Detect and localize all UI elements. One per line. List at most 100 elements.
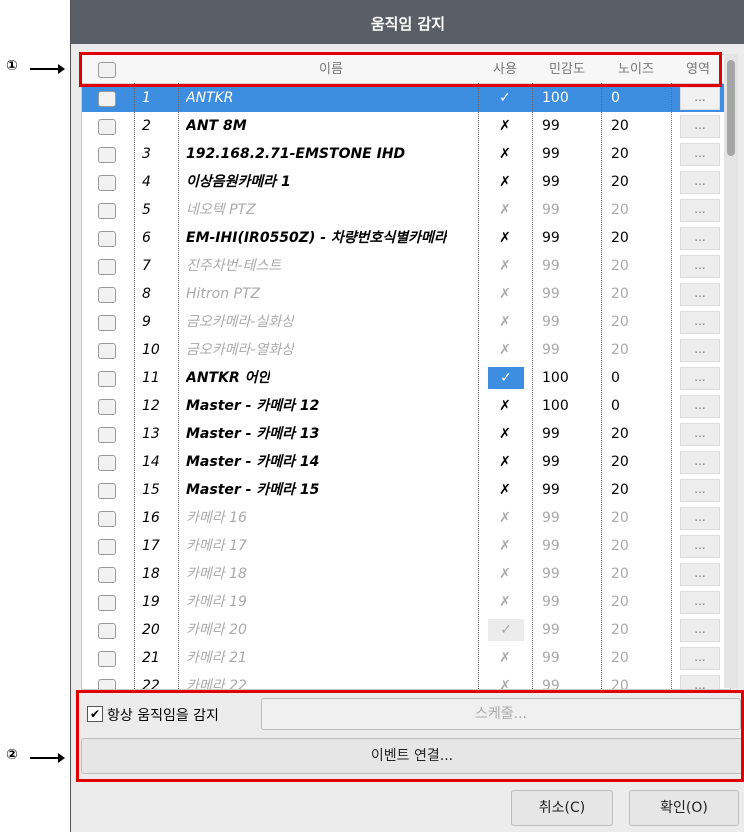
table-row[interactable]: 15 Master - 카메라 15 ✗ 99 20... xyxy=(82,476,730,504)
use-toggle[interactable]: ✗ xyxy=(480,168,530,196)
table-row[interactable]: 1 ANTKR ✓ 100 0... xyxy=(82,84,730,112)
noise-value[interactable]: 20 xyxy=(611,588,629,616)
sensitivity-value[interactable]: 99 xyxy=(542,420,560,448)
noise-value[interactable]: 0 xyxy=(611,84,620,112)
table-row[interactable]: 18 카메라 18 ✗ 99 20... xyxy=(82,560,730,588)
area-edit-button[interactable]: ... xyxy=(680,227,720,250)
noise-value[interactable]: 20 xyxy=(611,672,629,689)
use-toggle[interactable]: ✗ xyxy=(480,560,530,588)
area-edit-button[interactable]: ... xyxy=(680,395,720,418)
area-edit-button[interactable]: ... xyxy=(680,255,720,278)
table-row[interactable]: 2 ANT 8M ✗ 99 20... xyxy=(82,112,730,140)
area-edit-button[interactable]: ... xyxy=(680,367,720,390)
noise-value[interactable]: 20 xyxy=(611,616,629,644)
noise-value[interactable]: 20 xyxy=(611,448,629,476)
row-checkbox[interactable] xyxy=(98,539,116,555)
row-checkbox[interactable] xyxy=(98,231,116,247)
sensitivity-value[interactable]: 99 xyxy=(542,168,560,196)
area-edit-button[interactable]: ... xyxy=(680,311,720,334)
use-toggle[interactable]: ✗ xyxy=(480,308,530,336)
row-checkbox[interactable] xyxy=(98,651,116,667)
noise-value[interactable]: 20 xyxy=(611,560,629,588)
table-row[interactable]: 3 192.168.2.71-EMSTONE IHD ✗ 99 20... xyxy=(82,140,730,168)
use-toggle[interactable]: ✗ xyxy=(480,504,530,532)
noise-value[interactable]: 20 xyxy=(611,112,629,140)
area-edit-button[interactable]: ... xyxy=(680,339,720,362)
sensitivity-value[interactable]: 99 xyxy=(542,644,560,672)
row-checkbox[interactable] xyxy=(98,371,116,387)
noise-value[interactable]: 20 xyxy=(611,336,629,364)
use-toggle[interactable]: ✗ xyxy=(480,476,530,504)
sensitivity-value[interactable]: 99 xyxy=(542,588,560,616)
row-checkbox[interactable] xyxy=(98,259,116,275)
use-toggle[interactable]: ✗ xyxy=(480,196,530,224)
use-toggle[interactable]: ✗ xyxy=(480,140,530,168)
noise-value[interactable]: 20 xyxy=(611,532,629,560)
ok-button[interactable]: 확인(O) xyxy=(629,790,739,826)
sensitivity-value[interactable]: 99 xyxy=(542,448,560,476)
sensitivity-value[interactable]: 99 xyxy=(542,224,560,252)
use-toggle[interactable]: ✗ xyxy=(480,448,530,476)
area-edit-button[interactable]: ... xyxy=(680,423,720,446)
area-edit-button[interactable]: ... xyxy=(680,619,720,642)
row-checkbox[interactable] xyxy=(98,623,116,639)
use-toggle[interactable]: ✓ xyxy=(488,367,524,389)
row-checkbox[interactable] xyxy=(98,343,116,359)
noise-value[interactable]: 20 xyxy=(611,420,629,448)
noise-value[interactable]: 20 xyxy=(611,252,629,280)
noise-value[interactable]: 20 xyxy=(611,196,629,224)
row-checkbox[interactable] xyxy=(98,399,116,415)
table-row[interactable]: 8 Hitron PTZ ✗ 99 20... xyxy=(82,280,730,308)
use-toggle[interactable]: ✗ xyxy=(480,280,530,308)
table-row[interactable]: 5 네오텍 PTZ ✗ 99 20... xyxy=(82,196,730,224)
row-checkbox[interactable] xyxy=(98,567,116,583)
sensitivity-value[interactable]: 99 xyxy=(542,532,560,560)
table-row[interactable]: 11 ANTKR 어안 ✓ 100 0... xyxy=(82,364,730,392)
area-edit-button[interactable]: ... xyxy=(680,451,720,474)
sensitivity-value[interactable]: 99 xyxy=(542,336,560,364)
noise-value[interactable]: 20 xyxy=(611,224,629,252)
table-row[interactable]: 6 EM-IHI(IR0550Z) - 차량번호식별카메라 ✗ 99 20... xyxy=(82,224,730,252)
table-row[interactable]: 20 카메라 20 ✓ 99 20... xyxy=(82,616,730,644)
table-row[interactable]: 17 카메라 17 ✗ 99 20... xyxy=(82,532,730,560)
area-edit-button[interactable]: ... xyxy=(680,143,720,166)
use-toggle[interactable]: ✗ xyxy=(480,672,530,689)
sensitivity-value[interactable]: 99 xyxy=(542,308,560,336)
noise-value[interactable]: 20 xyxy=(611,280,629,308)
use-toggle[interactable]: ✗ xyxy=(480,252,530,280)
sensitivity-value[interactable]: 99 xyxy=(542,196,560,224)
sensitivity-value[interactable]: 100 xyxy=(542,84,569,112)
sensitivity-value[interactable]: 99 xyxy=(542,252,560,280)
table-row[interactable]: 9 금오카메라-실화상 ✗ 99 20... xyxy=(82,308,730,336)
area-edit-button[interactable]: ... xyxy=(680,675,720,689)
area-edit-button[interactable]: ... xyxy=(680,115,720,138)
row-checkbox[interactable] xyxy=(98,147,116,163)
sensitivity-value[interactable]: 100 xyxy=(542,364,569,392)
sensitivity-value[interactable]: 99 xyxy=(542,672,560,689)
sensitivity-value[interactable]: 99 xyxy=(542,560,560,588)
noise-value[interactable]: 20 xyxy=(611,140,629,168)
row-checkbox[interactable] xyxy=(98,119,116,135)
use-toggle[interactable]: ✗ xyxy=(480,224,530,252)
sensitivity-value[interactable]: 99 xyxy=(542,112,560,140)
area-edit-button[interactable]: ... xyxy=(680,535,720,558)
table-row[interactable]: 10 금오카메라-열화상 ✗ 99 20... xyxy=(82,336,730,364)
noise-value[interactable]: 0 xyxy=(611,364,620,392)
area-edit-button[interactable]: ... xyxy=(680,171,720,194)
noise-value[interactable]: 20 xyxy=(611,308,629,336)
use-toggle[interactable]: ✗ xyxy=(480,336,530,364)
table-row[interactable]: 16 카메라 16 ✗ 99 20... xyxy=(82,504,730,532)
sensitivity-value[interactable]: 99 xyxy=(542,504,560,532)
use-toggle[interactable]: ✗ xyxy=(480,112,530,140)
noise-value[interactable]: 0 xyxy=(611,392,620,420)
sensitivity-value[interactable]: 99 xyxy=(542,476,560,504)
row-checkbox[interactable] xyxy=(98,679,116,689)
table-row[interactable]: 4 이상음원카메라 1 ✗ 99 20... xyxy=(82,168,730,196)
table-row[interactable]: 19 카메라 19 ✗ 99 20... xyxy=(82,588,730,616)
noise-value[interactable]: 20 xyxy=(611,504,629,532)
area-edit-button[interactable]: ... xyxy=(680,591,720,614)
cancel-button[interactable]: 취소(C) xyxy=(511,790,613,826)
sensitivity-value[interactable]: 99 xyxy=(542,616,560,644)
table-row[interactable]: 7 진주차번-테스트 ✗ 99 20... xyxy=(82,252,730,280)
use-toggle[interactable]: ✗ xyxy=(480,420,530,448)
